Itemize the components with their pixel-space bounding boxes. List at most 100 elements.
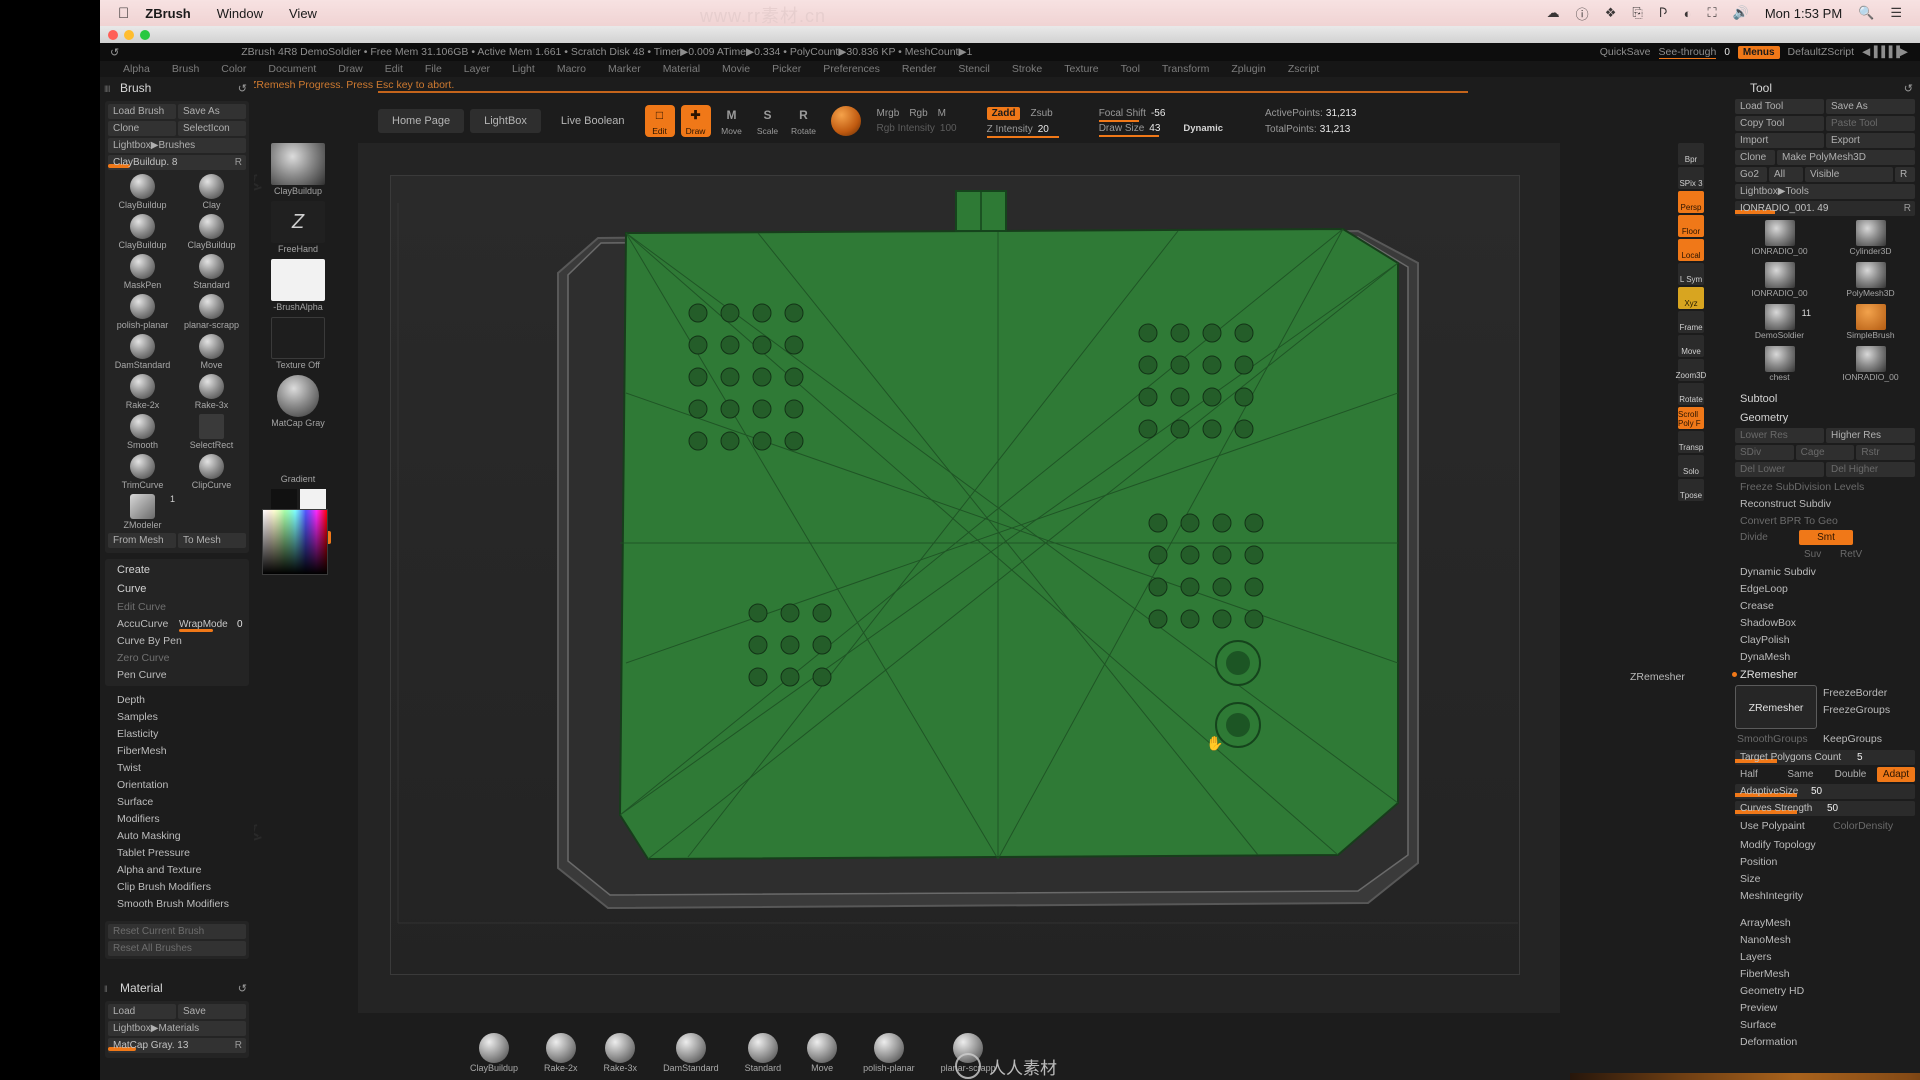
suv-button[interactable]: Suv	[1799, 547, 1833, 562]
tool-item[interactable]: chest	[1734, 346, 1825, 388]
section-auto-masking[interactable]: Auto Masking	[105, 828, 249, 845]
wifi-icon[interactable]: ◐	[1684, 6, 1692, 21]
rstr-button[interactable]: Rstr	[1856, 445, 1916, 460]
brush-palette-refresh-icon[interactable]: ↺	[238, 82, 247, 95]
item-curve-by-pen[interactable]: Curve By Pen	[105, 633, 249, 650]
geometry-hd-section[interactable]: Geometry HD	[1730, 983, 1920, 1000]
half-button[interactable]: Half	[1735, 767, 1780, 782]
smoothgroups-button[interactable]: SmoothGroups	[1735, 731, 1817, 748]
freezegroups-button[interactable]: FreezeGroups	[1821, 702, 1915, 719]
menu-brush[interactable]: Brush	[161, 63, 210, 75]
window-titlebar[interactable]	[100, 26, 1920, 43]
item-zero-curve[interactable]: Zero Curve	[105, 650, 249, 667]
zremesher-button[interactable]: ZRemesher	[1735, 685, 1817, 729]
tool-item[interactable]: SimpleBrush	[1825, 304, 1916, 346]
menu-file[interactable]: File	[414, 63, 453, 75]
dynamic-button[interactable]: Dynamic	[1183, 123, 1223, 134]
airplay-icon[interactable]: ⛶	[1708, 5, 1717, 21]
zadd-button[interactable]: Zadd	[986, 107, 1021, 120]
maximize-icon[interactable]	[140, 29, 150, 40]
rail-lsym[interactable]: L Sym	[1678, 263, 1704, 285]
menu-zscript[interactable]: Zscript	[1277, 63, 1331, 75]
double-button[interactable]: Double	[1830, 767, 1875, 782]
item-edit-curve[interactable]: Edit Curve	[105, 599, 249, 616]
menu-render[interactable]: Render	[891, 63, 947, 75]
dynamesh-section[interactable]: DynaMesh	[1730, 649, 1920, 666]
position-section[interactable]: Position	[1730, 854, 1920, 871]
brush-item[interactable]: Smooth	[108, 412, 177, 452]
menus-button[interactable]: Menus	[1737, 45, 1780, 59]
menu-edit[interactable]: Edit	[374, 63, 414, 75]
geometry-section[interactable]: Geometry	[1730, 409, 1920, 428]
menu-alpha[interactable]: Alpha	[112, 63, 161, 75]
tool-item[interactable]: PolyMesh3D	[1825, 262, 1916, 304]
bluetooth-icon[interactable]: 𐌐	[1659, 5, 1668, 21]
surface-section[interactable]: Surface	[1730, 1017, 1920, 1034]
search-icon[interactable]: 🔍	[1858, 5, 1874, 21]
to-mesh-button[interactable]: To Mesh	[178, 533, 246, 548]
rail-move[interactable]: Move	[1678, 335, 1704, 357]
convert-bpr-button[interactable]: Convert BPR To Geo	[1730, 513, 1920, 530]
bottom-brush-item[interactable]: Standard	[745, 1033, 781, 1073]
shadowbox-section[interactable]: ShadowBox	[1730, 615, 1920, 632]
fibermesh-section[interactable]: FiberMesh	[1730, 966, 1920, 983]
dropbox-icon[interactable]: ❖	[1605, 5, 1617, 21]
section-fibermesh[interactable]: FiberMesh	[105, 743, 249, 760]
mrgb-button[interactable]: Mrgb	[877, 108, 900, 119]
rail-frame[interactable]: Frame	[1678, 311, 1704, 333]
active-material-reset[interactable]: R	[235, 1038, 242, 1053]
make-polymesh3d-button[interactable]: Make PolyMesh3D	[1777, 150, 1915, 165]
brush-item[interactable]: ClipCurve	[177, 452, 246, 492]
section-orientation[interactable]: Orientation	[105, 777, 249, 794]
reconstruct-subdiv-button[interactable]: Reconstruct Subdiv	[1730, 496, 1920, 513]
lightbox-tools-row[interactable]: Lightbox▶Tools	[1735, 184, 1915, 199]
reset-all-brushes-button[interactable]: Reset All Brushes	[108, 941, 246, 956]
tool-palette-title[interactable]: Tool ↺	[1730, 77, 1920, 99]
apple-icon[interactable]: 	[118, 5, 129, 22]
tool-item[interactable]: IONRADIO_00	[1734, 220, 1825, 262]
viewport[interactable]: ✋	[358, 143, 1560, 1013]
lower-res-button[interactable]: Lower Res	[1735, 428, 1824, 443]
from-mesh-button[interactable]: From Mesh	[108, 533, 176, 548]
material-load-button[interactable]: Load	[108, 1004, 176, 1019]
brush-item[interactable]: Clay	[177, 172, 246, 212]
target-polygons-value[interactable]: 5	[1857, 750, 1863, 765]
menu-zplugin[interactable]: Zplugin	[1220, 63, 1276, 75]
section-samples[interactable]: Samples	[105, 709, 249, 726]
rail-floor[interactable]: Floor	[1678, 215, 1704, 237]
bottom-brush-item[interactable]: Rake-2x	[544, 1033, 578, 1073]
modify-topology-section[interactable]: Modify Topology	[1730, 837, 1920, 854]
menubar-clock[interactable]: Mon 1:53 PM	[1765, 6, 1842, 21]
focal-shift-value[interactable]: -56	[1151, 108, 1165, 119]
rotate-button[interactable]: R Rotate	[789, 105, 819, 137]
edgeloop-section[interactable]: EdgeLoop	[1730, 581, 1920, 598]
shelf-item-texture[interactable]: Texture Off	[265, 317, 331, 370]
tool-item[interactable]: Cylinder3D	[1825, 220, 1916, 262]
material-drag-handle-icon[interactable]: ‖	[104, 984, 108, 994]
lightbox-brushes-row[interactable]: Lightbox▶Brushes	[108, 138, 246, 153]
select-icon-button[interactable]: SelectIcon	[178, 121, 246, 136]
tool-item[interactable]: IONRADIO_00	[1825, 346, 1916, 388]
section-modifiers[interactable]: Modifiers	[105, 811, 249, 828]
section-clip-brush-modifiers[interactable]: Clip Brush Modifiers	[105, 879, 249, 896]
minimize-icon[interactable]	[124, 29, 134, 40]
nanomesh-section[interactable]: NanoMesh	[1730, 932, 1920, 949]
save-as-button[interactable]: Save As	[178, 104, 246, 119]
shelf-item-stroke[interactable]: Z FreeHand	[265, 201, 331, 254]
zsub-button[interactable]: Zsub	[1030, 108, 1052, 119]
curves-strength-slider[interactable]: Curves Strength 50	[1735, 801, 1915, 816]
section-alpha-texture[interactable]: Alpha and Texture	[105, 862, 249, 879]
arraymesh-section[interactable]: ArrayMesh	[1730, 915, 1920, 932]
reset-current-brush-button[interactable]: Reset Current Brush	[108, 924, 246, 939]
bottom-brush-item[interactable]: ClayBuildup	[470, 1033, 518, 1073]
active-tool-reset[interactable]: R	[1904, 201, 1911, 216]
display-icon[interactable]: ⎘	[1632, 5, 1642, 21]
menu-light[interactable]: Light	[501, 63, 546, 75]
cloud-icon[interactable]: ☁	[1547, 5, 1560, 21]
active-material-slider[interactable]: MatCap Gray. 13 R	[108, 1038, 246, 1053]
wrapmode-slider[interactable]	[179, 629, 213, 632]
adaptivesize-slider[interactable]: AdaptiveSize 50	[1735, 784, 1915, 799]
edit-button[interactable]: □ Edit	[644, 105, 675, 137]
rgb-button[interactable]: Rgb	[909, 108, 927, 119]
live-boolean-button[interactable]: Live Boolean	[547, 109, 639, 133]
